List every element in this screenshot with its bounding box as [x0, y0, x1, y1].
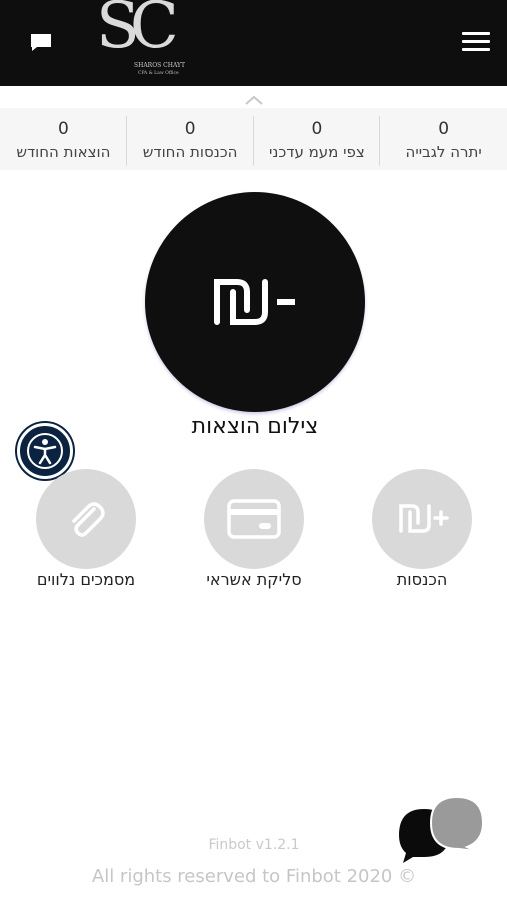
stat-label: הכנסות החודש [142, 143, 238, 161]
logo-subtitle: CPA & Law Office [138, 71, 179, 76]
capture-expenses-button[interactable] [145, 192, 365, 412]
chat-button[interactable] [28, 30, 54, 54]
accessibility-person-icon [27, 433, 63, 469]
top-bar: SC SHAROS CHAYT CPA & Law Office [0, 0, 507, 86]
stats-row: 0 יתרה לגבייה 0 צפי מעמ עדכני 0 הכנסות ה… [0, 108, 507, 170]
chat-bubble-icon [31, 34, 51, 51]
copyright: All rights reserved to Finbot 2020 © [91, 866, 417, 887]
income-button[interactable] [372, 469, 472, 569]
accessibility-button[interactable] [17, 423, 73, 479]
chevron-up-icon[interactable] [243, 94, 265, 106]
minus-shekel-icon [214, 279, 295, 325]
plus-shekel-icon [399, 504, 449, 533]
stat-value: 0 [184, 119, 196, 139]
attached-documents-button[interactable] [36, 469, 136, 569]
logo-monogram: SC [96, 0, 179, 63]
stat-value: 0 [311, 119, 323, 139]
credit-clearing-button[interactable] [204, 469, 304, 569]
capture-expenses-label: צילום הוצאות [191, 414, 319, 439]
app-version: Finbot v1.2.1 [208, 837, 300, 853]
paperclip-icon [72, 502, 105, 537]
attached-documents-label: מסמכים נלווים [36, 570, 136, 589]
credit-card-icon [227, 499, 281, 539]
logo: SC SHAROS CHAYT CPA & Law Office [92, 0, 188, 86]
hamburger-menu-icon[interactable] [462, 32, 490, 54]
stat-value: 0 [438, 119, 450, 139]
logo-name: SHAROS CHAYT [134, 62, 186, 69]
stat-label: צפי מעמ עדכני [268, 143, 365, 161]
stat-monthly-expenses[interactable]: 0 הוצאות החודש [0, 108, 127, 170]
credit-clearing-label: סליקת אשראי [206, 570, 302, 589]
support-chat-icon[interactable] [397, 795, 487, 865]
stat-label: הוצאות החודש [16, 143, 111, 161]
income-label: הכנסות [396, 570, 448, 589]
stat-balance-to-collect[interactable]: 0 יתרה לגבייה [380, 108, 507, 170]
stat-vat-forecast[interactable]: 0 צפי מעמ עדכני [254, 108, 381, 170]
stat-value: 0 [57, 119, 69, 139]
stat-label: יתרה לגבייה [405, 143, 482, 161]
stat-monthly-income[interactable]: 0 הכנסות החודש [127, 108, 254, 170]
